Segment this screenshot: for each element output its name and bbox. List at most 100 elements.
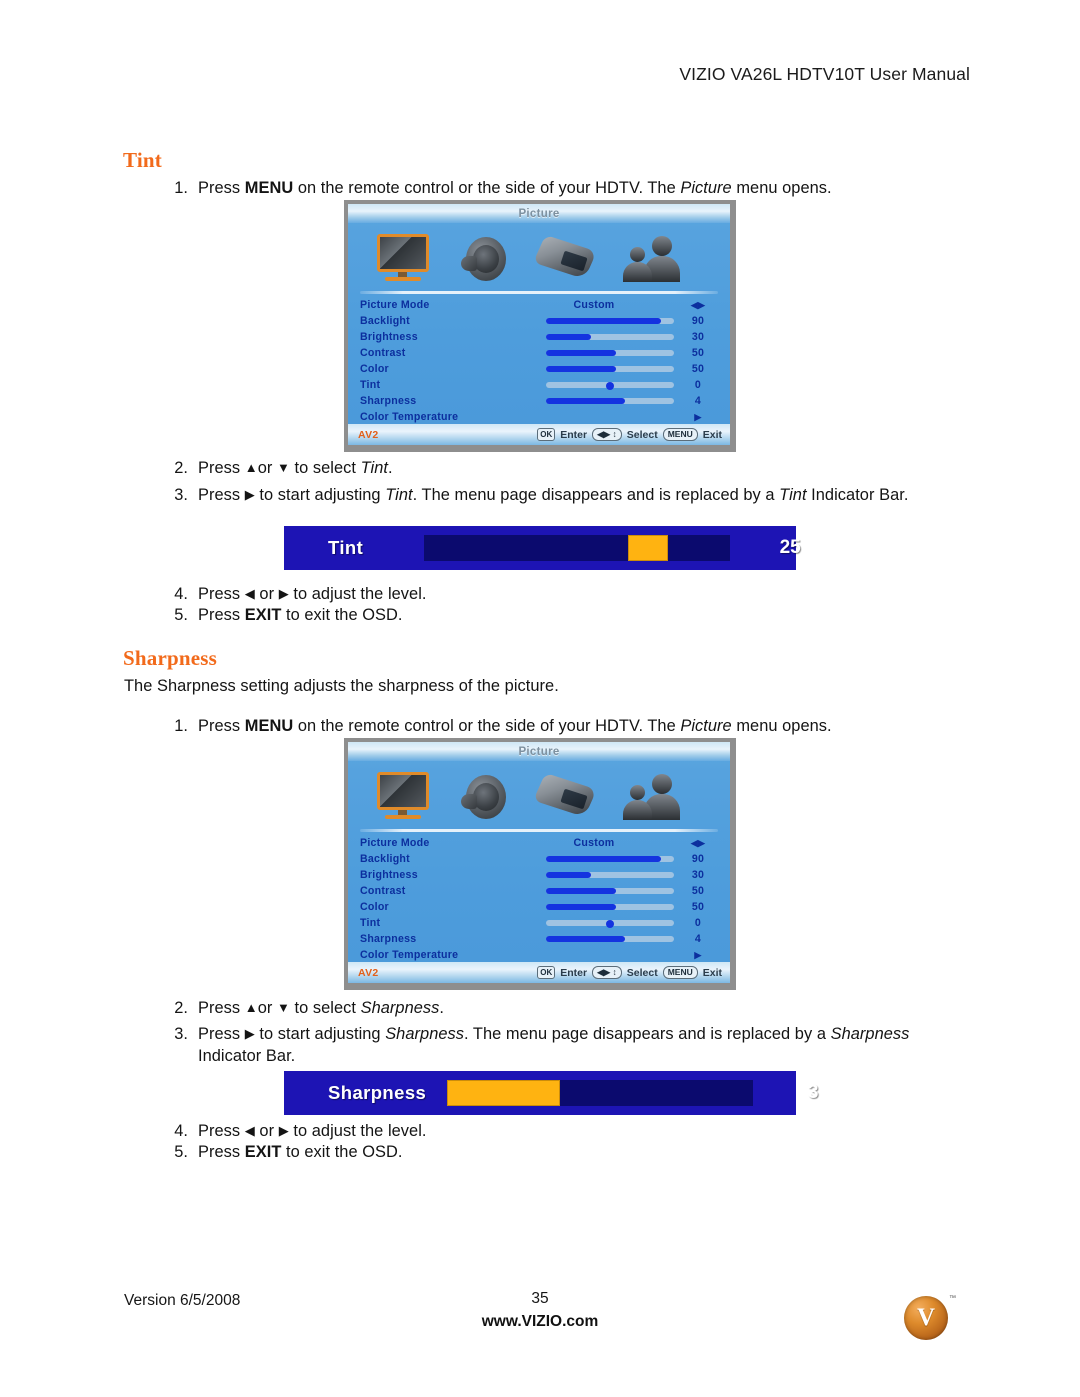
osd-row-value: 30 [691,331,705,343]
indicator-label: Tint [328,537,364,558]
osd-slider-fill [546,350,617,356]
osd-slider-track[interactable] [546,856,674,862]
osd-row-control[interactable] [510,377,678,393]
osd-row-value: ▶ [678,949,718,961]
osd-slider-track[interactable] [546,334,674,340]
osd-slider-track[interactable] [546,350,674,356]
osd-row-backlight[interactable]: Backlight 90 [360,313,718,329]
osd-row-value: Custom [573,299,615,311]
tv-icon[interactable] [374,772,432,822]
osd-slider-knob[interactable] [606,382,614,390]
osd-key-hint-label: Enter [560,428,588,441]
osd-key-select[interactable]: ◀▶ ↕ [592,428,622,441]
osd-slider-track[interactable] [546,872,674,878]
osd-row-tint[interactable]: Tint 0 [360,377,718,393]
osd-key-exit[interactable]: MENU [662,966,698,979]
osd-row-control[interactable]: Custom [510,297,678,313]
osd-row-control[interactable] [510,867,678,883]
osd-row-value: Custom [573,837,615,849]
step-text: Press EXIT to exit the OSD. [198,1143,403,1161]
step-number: 3. [174,1025,188,1043]
osd-key-enter[interactable]: OK [537,428,556,441]
osd-row-control[interactable] [510,947,678,963]
osd-slider-track[interactable] [546,318,674,324]
indicator-track[interactable] [447,1080,754,1106]
osd-key-exit[interactable]: MENU [662,428,698,441]
osd-row-color-temperature[interactable]: Color Temperature ▶ [360,947,718,963]
manual-page: VIZIO VA26L HDTV10T User Manual Tint 1. … [0,0,1080,1397]
osd-row-label: Color [360,363,389,375]
osd-source-label: AV2 [358,428,379,441]
osd-row-brightness[interactable]: Brightness 30 [360,867,718,883]
osd-row-color[interactable]: Color 50 [360,899,718,915]
osd-row-control[interactable] [510,361,678,377]
osd-row-contrast[interactable]: Contrast 50 [360,345,718,361]
osd-slider-track[interactable] [546,888,674,894]
remote-control-icon[interactable] [533,772,597,822]
osd-row-label: Tint [360,917,381,929]
osd-row-control[interactable] [510,409,678,425]
osd-row-backlight[interactable]: Backlight 90 [360,851,718,867]
osd-slider-track[interactable] [546,382,674,390]
osd-row-color[interactable]: Color 50 [360,361,718,377]
osd-slider-track[interactable] [546,904,674,910]
osd-row-control[interactable] [510,329,678,345]
osd-row-picture-mode[interactable]: Picture Mode Custom ◀▶ [360,297,718,313]
osd-row-color-temperature[interactable]: Color Temperature ▶ [360,409,718,425]
osd-title-bar: Picture [348,742,730,761]
osd-slider-track[interactable] [546,920,674,928]
osd-row-control[interactable] [510,393,678,409]
trademark-symbol: ™ [949,1295,956,1302]
osd-slider-track[interactable] [546,936,674,942]
osd-row-sharpness[interactable]: Sharpness 4 [360,393,718,409]
osd-row-control[interactable] [510,899,678,915]
tv-icon[interactable] [374,234,432,284]
osd-row-contrast[interactable]: Contrast 50 [360,883,718,899]
osd-row-label: Color Temperature [360,949,459,961]
chevron-right-icon[interactable]: ▶ [694,950,701,960]
osd-setting-rows: Picture Mode Custom ◀▶ Backlight 90 Brightnes… [348,835,730,979]
osd-row-label: Sharpness [360,395,417,407]
osd-key-enter[interactable]: OK [537,966,556,979]
step-text: Press ◀ or ▶ to adjust the level. [198,585,427,603]
osd-row-control[interactable] [510,915,678,931]
chevron-right-icon[interactable]: ▶ [694,412,701,422]
people-icon[interactable] [622,234,680,284]
osd-slider-fill [546,366,617,372]
section-heading-sharpness: Sharpness [123,646,218,670]
osd-slider-knob[interactable] [606,920,614,928]
people-icon[interactable] [622,772,680,822]
left-right-arrows-icon[interactable]: ◀▶ [691,838,705,848]
osd-row-tint[interactable]: Tint 0 [360,915,718,931]
osd-row-value: ▶ [678,411,718,423]
step-text: Press ▶ to start adjusting Sharpness. Th… [198,1025,910,1065]
osd-row-control[interactable] [510,931,678,947]
speaker-icon[interactable] [458,234,508,284]
osd-row-control[interactable]: Custom [510,835,678,851]
osd-row-control[interactable] [510,345,678,361]
step-number: 2. [174,459,188,477]
left-right-arrows-icon[interactable]: ◀▶ [691,300,705,310]
osd-slider-fill [546,318,662,324]
osd-row-brightness[interactable]: Brightness 30 [360,329,718,345]
osd-row-sharpness[interactable]: Sharpness 4 [360,931,718,947]
osd-row-control[interactable] [510,313,678,329]
osd-row-value: 4 [694,395,702,407]
osd-row-label: Color Temperature [360,411,459,423]
indicator-track[interactable] [424,535,731,561]
osd-slider-track[interactable] [546,366,674,372]
osd-slider-fill [546,936,626,942]
osd-row-value: 0 [694,917,702,929]
remote-control-icon[interactable] [533,234,597,284]
osd-key-select[interactable]: ◀▶ ↕ [592,966,622,979]
osd-slider-track[interactable] [546,398,674,404]
step-text: Press ▲or ▼ to select Sharpness. [198,999,445,1017]
step-number: 1. [174,179,188,197]
osd-slider-fill [546,904,617,910]
osd-row-control[interactable] [510,851,678,867]
osd-row-control[interactable] [510,883,678,899]
speaker-icon[interactable] [458,772,508,822]
step-text: Press EXIT to exit the OSD. [198,606,403,624]
osd-row-picture-mode[interactable]: Picture Mode Custom ◀▶ [360,835,718,851]
tint-step-2: 2. Press ▲or ▼ to select Tint. [158,458,948,480]
